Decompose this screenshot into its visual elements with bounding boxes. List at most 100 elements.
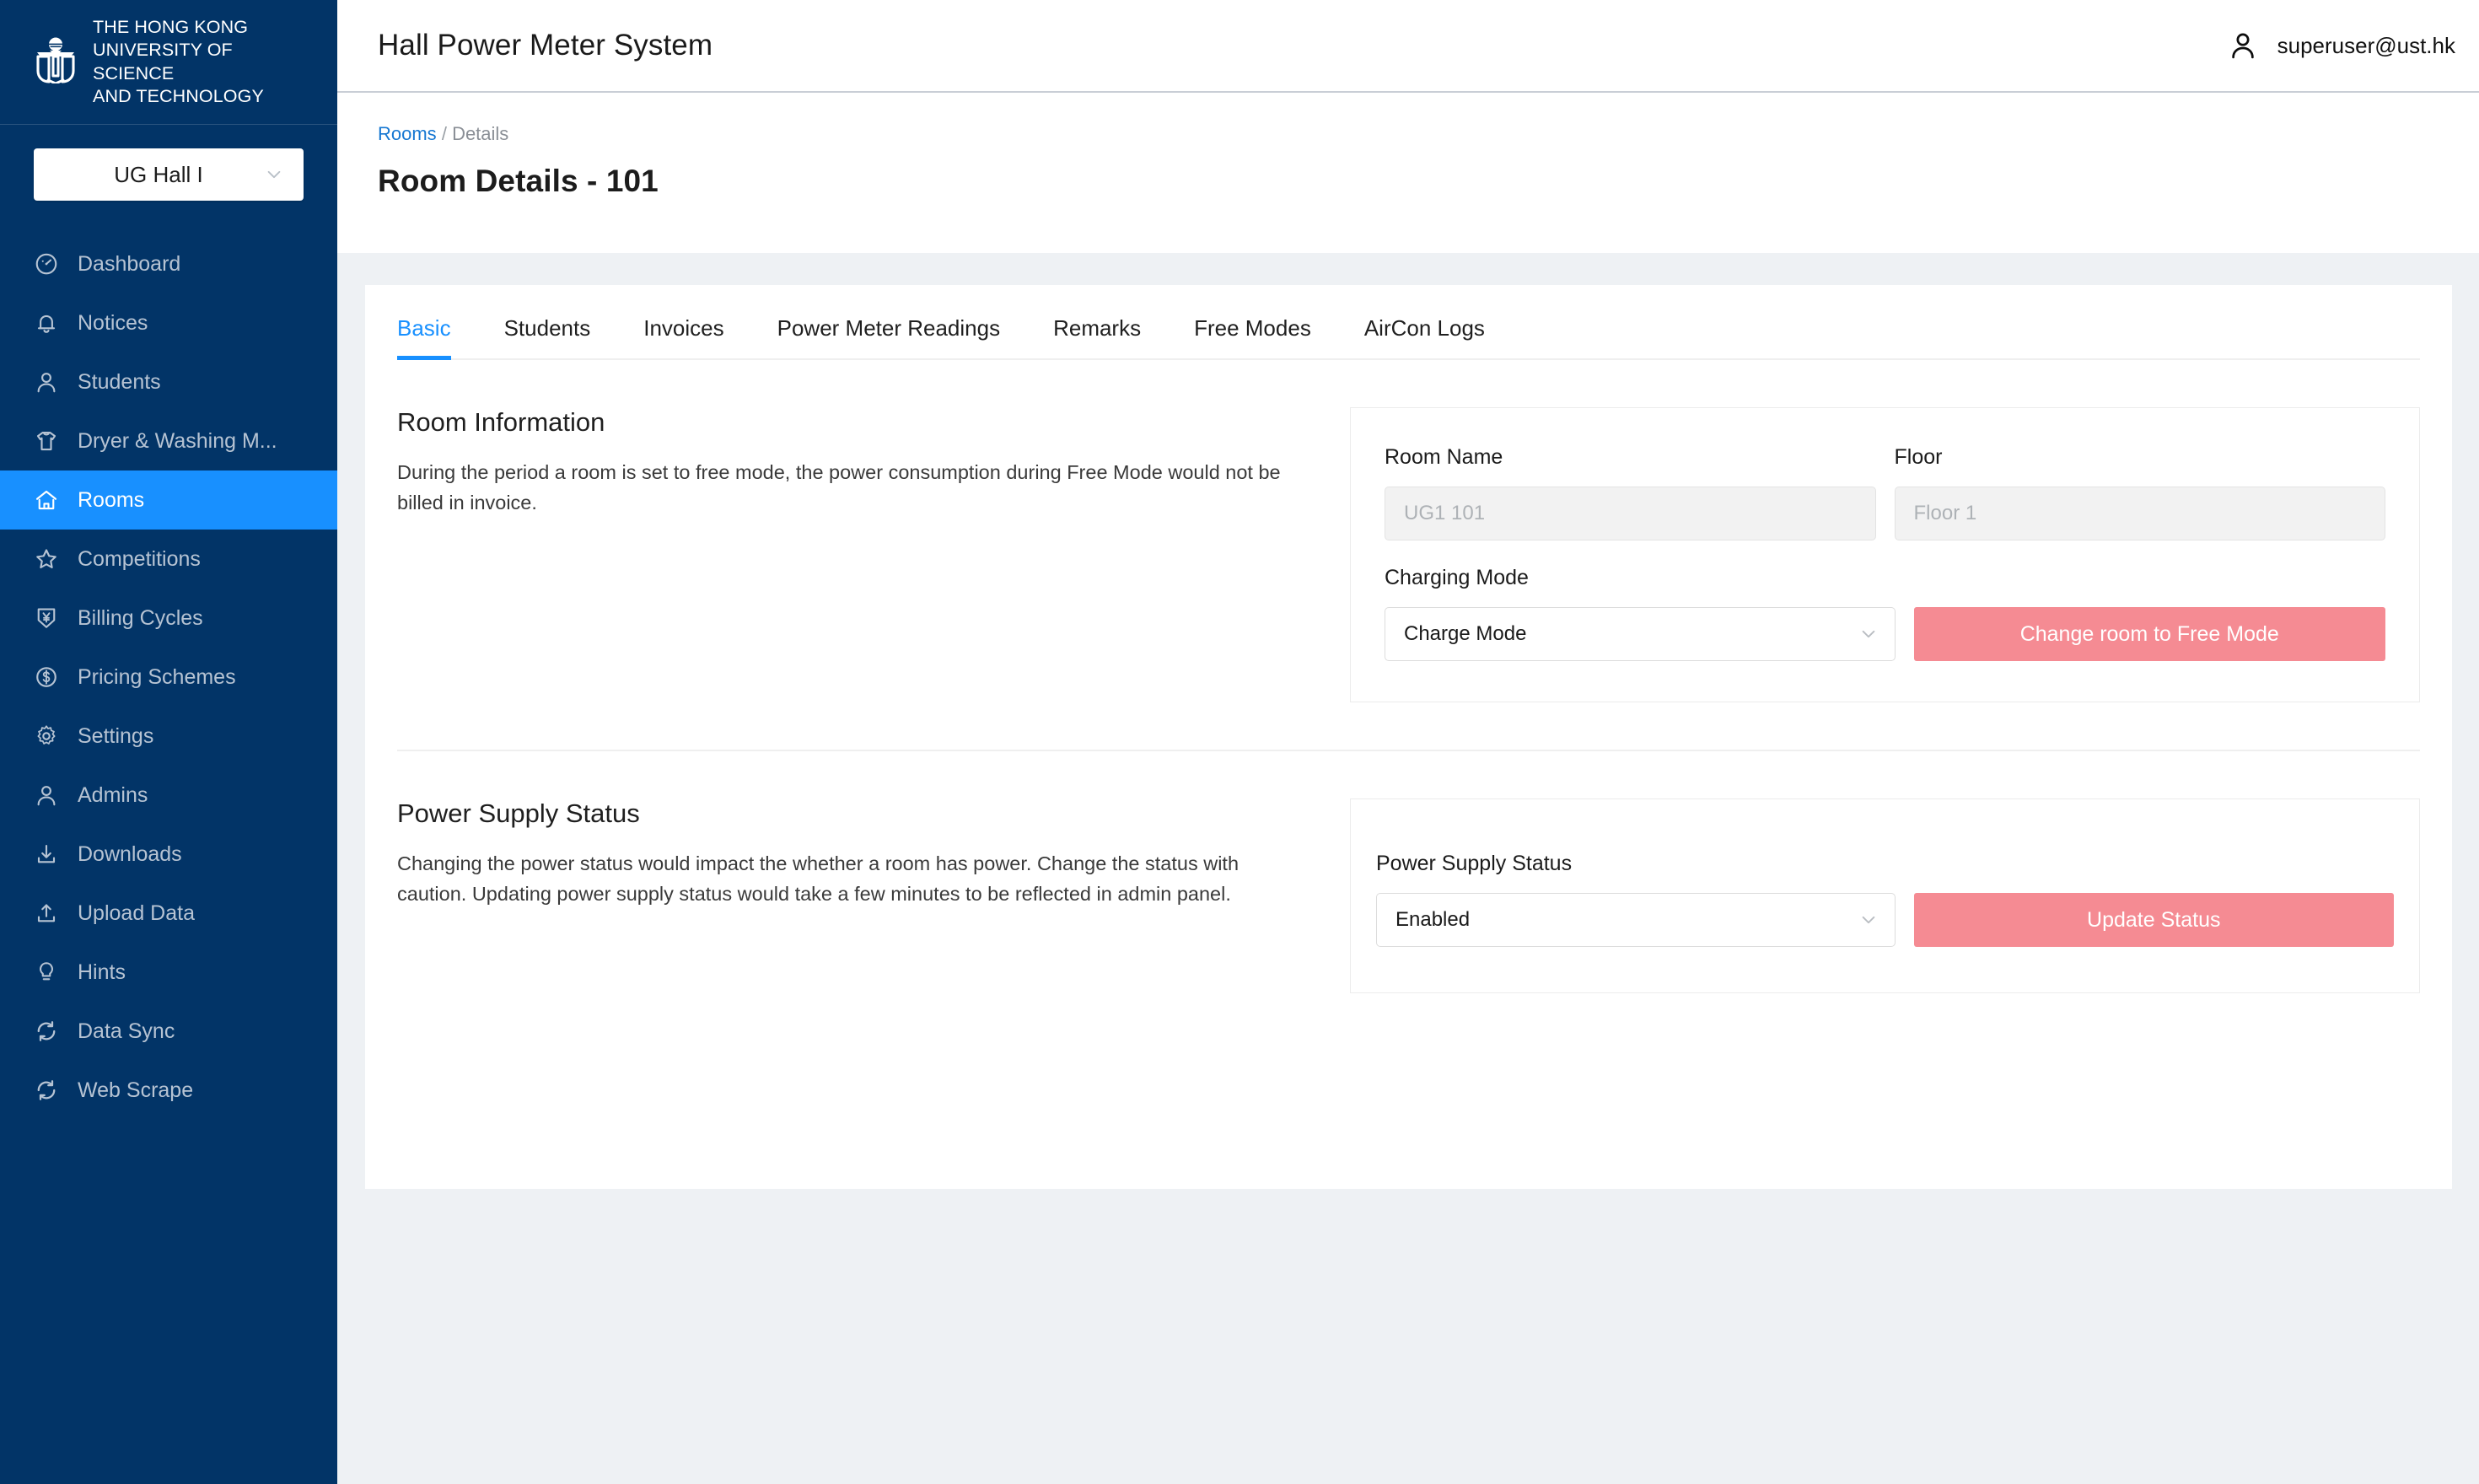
sidebar-item-label: Admins xyxy=(78,783,148,808)
update-status-button[interactable]: Update Status xyxy=(1914,893,2395,947)
sidebar-item-pricing-schemes[interactable]: Pricing Schemes xyxy=(0,648,337,707)
change-to-free-mode-button[interactable]: Change room to Free Mode xyxy=(1914,607,2386,661)
tshirt-icon xyxy=(34,428,59,454)
gauge-icon xyxy=(34,251,59,277)
breadcrumb-current: Details xyxy=(452,123,508,144)
sidebar-item-label: Pricing Schemes xyxy=(78,665,236,690)
bell-icon xyxy=(34,310,59,336)
chevron-down-icon xyxy=(1859,625,1878,643)
home-icon xyxy=(34,487,59,513)
yen-shield-icon xyxy=(34,605,59,631)
chevron-down-icon xyxy=(265,165,283,184)
sidebar-item-rooms[interactable]: Rooms xyxy=(0,470,337,530)
charging-mode-value: Charge Mode xyxy=(1404,622,1526,646)
hall-selector-value: UG Hall I xyxy=(114,162,202,188)
sidebar-item-competitions[interactable]: Competitions xyxy=(0,530,337,589)
sidebar-item-label: Notices xyxy=(78,311,148,336)
sidebar-item-downloads[interactable]: Downloads xyxy=(0,825,337,884)
sidebar: THE HONG KONG UNIVERSITY OF SCIENCE AND … xyxy=(0,0,337,1484)
floor-field-group: Floor Floor 1 xyxy=(1895,445,2386,540)
room-name-input[interactable]: UG1 101 xyxy=(1385,487,1876,540)
app-title: Hall Power Meter System xyxy=(378,29,713,62)
tab-remarks[interactable]: Remarks xyxy=(1053,315,1141,360)
sidebar-item-label: Hints xyxy=(78,960,126,985)
sidebar-nav: Dashboard Notices Students xyxy=(0,219,337,1484)
user-icon xyxy=(34,369,59,395)
sidebar-item-students[interactable]: Students xyxy=(0,352,337,411)
charging-mode-controls: Charge Mode Change room to Free Mode xyxy=(1385,607,2385,661)
sidebar-item-billing-cycles[interactable]: Billing Cycles xyxy=(0,589,337,648)
power-supply-status-value: Enabled xyxy=(1395,908,1470,932)
user-menu[interactable]: superuser@ust.hk xyxy=(2227,30,2455,62)
power-supply-description: Changing the power status would impact t… xyxy=(397,849,1308,909)
gear-icon xyxy=(34,723,59,749)
user-icon xyxy=(34,782,59,808)
room-name-label: Room Name xyxy=(1385,445,1876,470)
sidebar-item-label: Billing Cycles xyxy=(78,606,203,631)
main-region: Hall Power Meter System superuser@ust.hk… xyxy=(337,0,2479,1484)
sidebar-item-label: Web Scrape xyxy=(78,1078,193,1103)
tab-bar: Basic Students Invoices Power Meter Read… xyxy=(365,285,2452,360)
user-email: superuser@ust.hk xyxy=(2277,33,2455,59)
power-supply-status-label: Power Supply Status xyxy=(1376,852,2394,876)
page-header: Rooms / Details Room Details - 101 xyxy=(337,93,2479,253)
sidebar-item-dashboard[interactable]: Dashboard xyxy=(0,234,337,293)
sidebar-item-label: Dryer & Washing M... xyxy=(78,429,277,454)
dollar-circle-icon xyxy=(34,664,59,690)
sidebar-item-settings[interactable]: Settings xyxy=(0,707,337,766)
sidebar-item-admins[interactable]: Admins xyxy=(0,766,337,825)
sidebar-item-upload-data[interactable]: Upload Data xyxy=(0,884,337,943)
tab-aircon-logs[interactable]: AirCon Logs xyxy=(1364,315,1485,360)
tab-free-modes[interactable]: Free Modes xyxy=(1194,315,1311,360)
star-icon xyxy=(34,546,59,572)
power-supply-text: Power Supply Status Changing the power s… xyxy=(397,798,1350,909)
power-supply-status-section: Power Supply Status Changing the power s… xyxy=(365,751,2452,993)
charging-mode-label: Charging Mode xyxy=(1385,566,2385,590)
sidebar-item-label: Rooms xyxy=(78,488,144,513)
sidebar-item-label: Competitions xyxy=(78,547,201,572)
sidebar-item-notices[interactable]: Notices xyxy=(0,293,337,352)
download-icon xyxy=(34,841,59,867)
chevron-down-icon xyxy=(1859,911,1878,929)
brand-header: THE HONG KONG UNIVERSITY OF SCIENCE AND … xyxy=(0,0,337,125)
power-supply-status-select[interactable]: Enabled xyxy=(1376,893,1896,947)
charging-mode-select[interactable]: Charge Mode xyxy=(1385,607,1896,661)
tab-invoices[interactable]: Invoices xyxy=(643,315,723,360)
brand-name: THE HONG KONG UNIVERSITY OF SCIENCE AND … xyxy=(93,16,309,107)
breadcrumb-separator: / xyxy=(442,123,447,144)
breadcrumb: Rooms / Details xyxy=(378,123,2462,145)
hall-selector[interactable]: UG Hall I xyxy=(34,148,304,201)
sidebar-item-label: Students xyxy=(78,370,161,395)
floor-input[interactable]: Floor 1 xyxy=(1895,487,2386,540)
room-name-field-group: Room Name UG1 101 xyxy=(1385,445,1876,540)
ust-seal-icon xyxy=(34,36,78,88)
power-supply-title: Power Supply Status xyxy=(397,798,1308,829)
sidebar-item-label: Data Sync xyxy=(78,1019,175,1044)
room-information-text: Room Information During the period a roo… xyxy=(397,407,1350,518)
tab-basic[interactable]: Basic xyxy=(397,315,451,360)
sidebar-item-hints[interactable]: Hints xyxy=(0,943,337,1002)
sidebar-item-dryer-washing-machines[interactable]: Dryer & Washing M... xyxy=(0,411,337,470)
app-root: THE HONG KONG UNIVERSITY OF SCIENCE AND … xyxy=(0,0,2479,1484)
sidebar-item-web-scrape[interactable]: Web Scrape xyxy=(0,1061,337,1120)
topbar: Hall Power Meter System superuser@ust.hk xyxy=(337,0,2479,93)
room-information-description: During the period a room is set to free … xyxy=(397,458,1308,518)
power-supply-controls: Enabled Update Status xyxy=(1376,893,2394,947)
breadcrumb-rooms-link[interactable]: Rooms xyxy=(378,123,437,144)
sidebar-item-data-sync[interactable]: Data Sync xyxy=(0,1002,337,1061)
lightbulb-icon xyxy=(34,960,59,985)
upload-icon xyxy=(34,901,59,926)
person-icon xyxy=(2227,30,2259,62)
tab-students[interactable]: Students xyxy=(504,315,591,360)
hall-selector-wrap: UG Hall I xyxy=(0,125,337,219)
refresh-icon xyxy=(34,1078,59,1103)
power-supply-panel: Power Supply Status Enabled Update Statu… xyxy=(1350,798,2420,993)
room-information-section: Room Information During the period a roo… xyxy=(365,360,2452,702)
sidebar-item-label: Dashboard xyxy=(78,252,180,277)
room-information-title: Room Information xyxy=(397,407,1308,438)
tab-power-meter-readings[interactable]: Power Meter Readings xyxy=(777,315,1000,360)
sidebar-item-label: Settings xyxy=(78,724,153,749)
refresh-icon xyxy=(34,1019,59,1044)
page-title: Room Details - 101 xyxy=(378,164,2462,199)
details-card: Basic Students Invoices Power Meter Read… xyxy=(365,285,2452,1189)
